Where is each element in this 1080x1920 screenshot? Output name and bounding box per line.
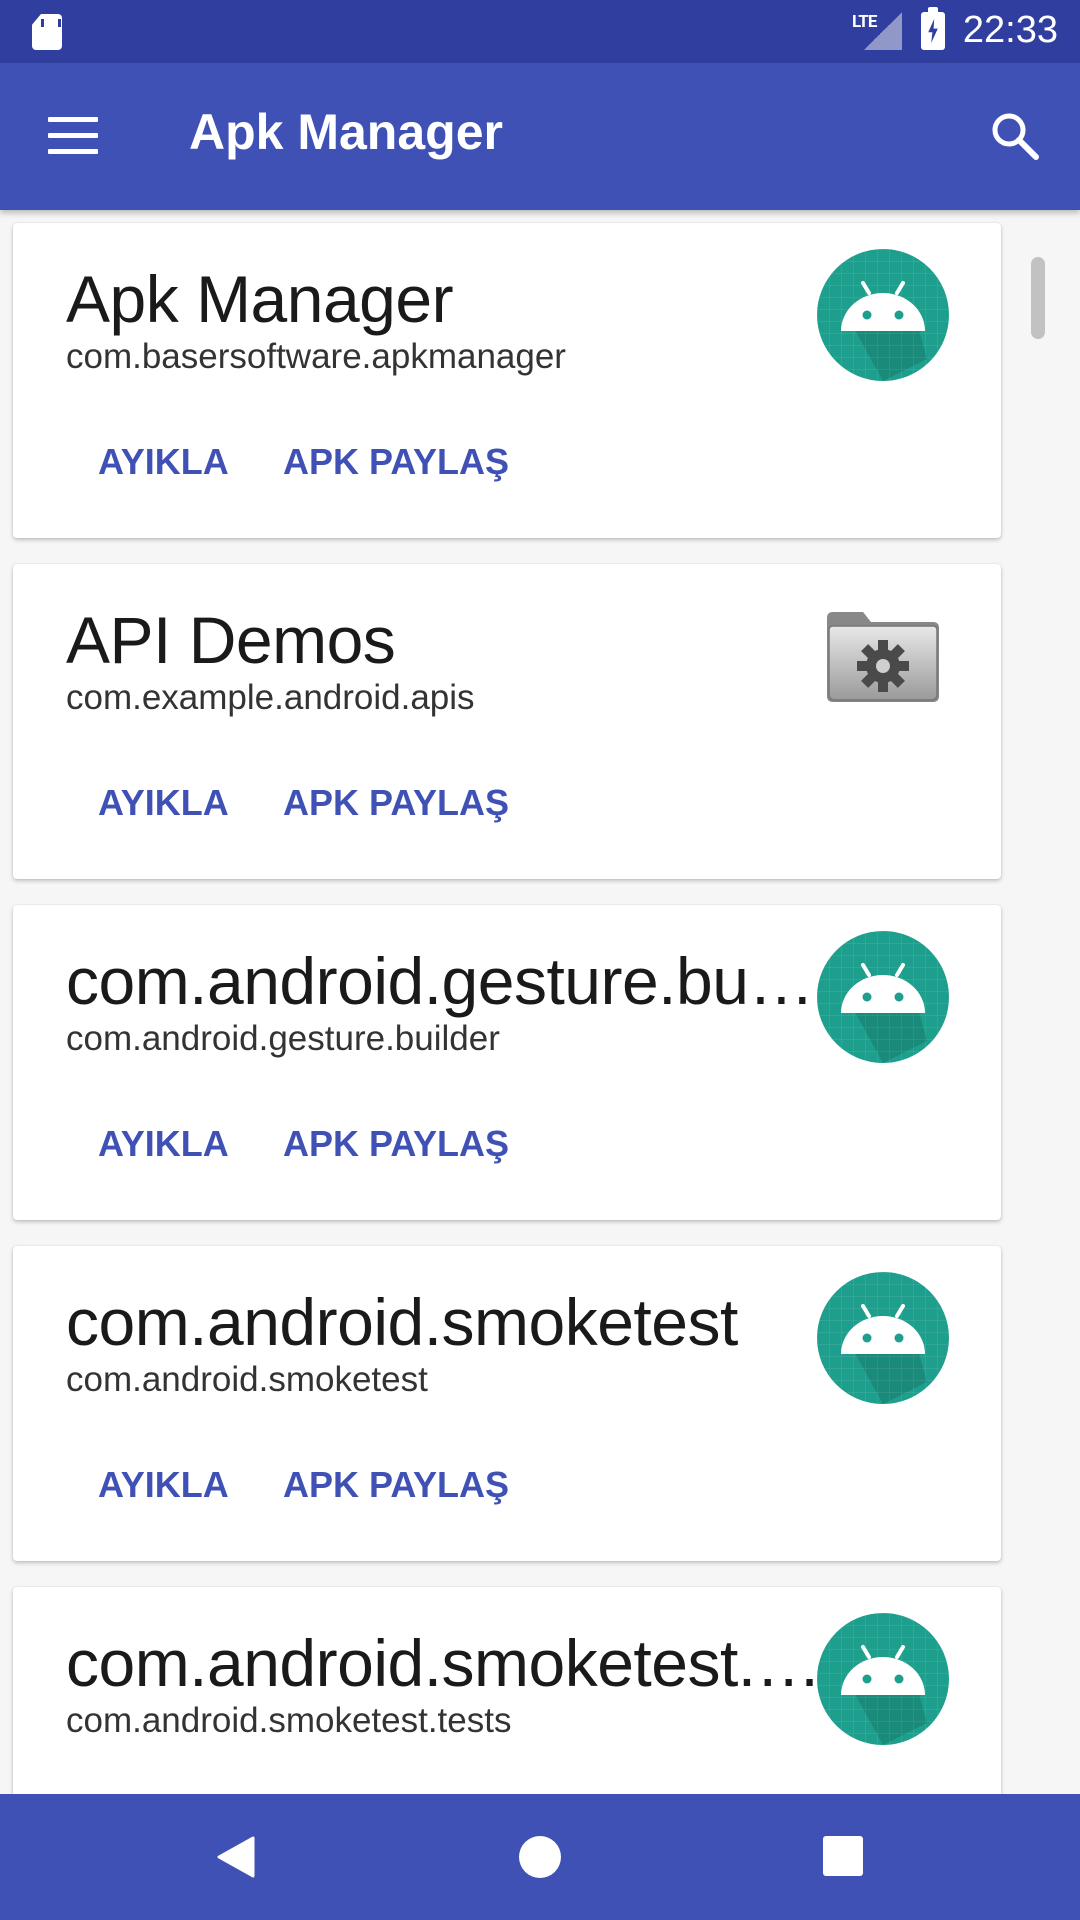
app-name: com.android.smoketest bbox=[66, 1285, 738, 1359]
extract-button[interactable]: AYIKLA bbox=[98, 441, 229, 483]
search-icon[interactable] bbox=[990, 111, 1040, 161]
share-apk-button[interactable]: APK PAYLAŞ bbox=[283, 441, 509, 483]
sd-card-icon bbox=[32, 14, 62, 50]
android-icon bbox=[817, 931, 949, 1063]
status-bar: LTE 22:33 bbox=[0, 0, 1080, 63]
app-card: com.android.smoketest com.android.smoket… bbox=[13, 1246, 1001, 1561]
package-name: com.basersoftware.apkmanager bbox=[66, 337, 566, 376]
extract-button[interactable]: AYIKLA bbox=[98, 1464, 229, 1506]
hamburger-menu-icon[interactable] bbox=[48, 115, 98, 155]
back-triangle-icon[interactable] bbox=[215, 1835, 255, 1879]
system-nav-bar bbox=[0, 1794, 1080, 1920]
app-name: Apk Manager bbox=[66, 262, 454, 336]
extract-button[interactable]: AYIKLA bbox=[98, 782, 229, 824]
share-apk-button[interactable]: APK PAYLAŞ bbox=[283, 1464, 509, 1506]
extract-button[interactable]: AYIKLA bbox=[98, 1123, 229, 1165]
android-icon bbox=[817, 1613, 949, 1745]
network-type-label: LTE bbox=[852, 12, 877, 32]
android-icon bbox=[817, 249, 949, 381]
android-icon bbox=[817, 1272, 949, 1404]
app-list[interactable]: Apk Manager com.basersoftware.apkmanager… bbox=[0, 210, 1080, 1794]
page-title: Apk Manager bbox=[189, 104, 503, 160]
recents-square-icon[interactable] bbox=[823, 1836, 863, 1876]
home-circle-icon[interactable] bbox=[519, 1836, 561, 1878]
settings-folder-icon bbox=[817, 590, 949, 722]
share-apk-button[interactable]: APK PAYLAŞ bbox=[283, 782, 509, 824]
app-card: com.android.smoketest.tests com.android.… bbox=[13, 1587, 1001, 1794]
package-name: com.example.android.apis bbox=[66, 678, 475, 717]
package-name: com.android.gesture.builder bbox=[66, 1019, 500, 1058]
package-name: com.android.smoketest bbox=[66, 1360, 428, 1399]
scrollbar-thumb[interactable] bbox=[1031, 257, 1045, 339]
clock: 22:33 bbox=[962, 9, 1058, 51]
app-name: com.android.smoketest.tests bbox=[66, 1626, 826, 1700]
app-card: API Demos com.example.android.apis AYIKL… bbox=[13, 564, 1001, 879]
app-name: API Demos bbox=[66, 603, 396, 677]
app-bar: Apk Manager bbox=[0, 63, 1080, 210]
battery-charging-icon bbox=[921, 7, 945, 50]
package-name: com.android.smoketest.tests bbox=[66, 1701, 512, 1740]
app-card: com.android.gesture.builder com.android.… bbox=[13, 905, 1001, 1220]
app-name: com.android.gesture.builder bbox=[66, 944, 826, 1018]
app-card: Apk Manager com.basersoftware.apkmanager… bbox=[13, 223, 1001, 538]
share-apk-button[interactable]: APK PAYLAŞ bbox=[283, 1123, 509, 1165]
